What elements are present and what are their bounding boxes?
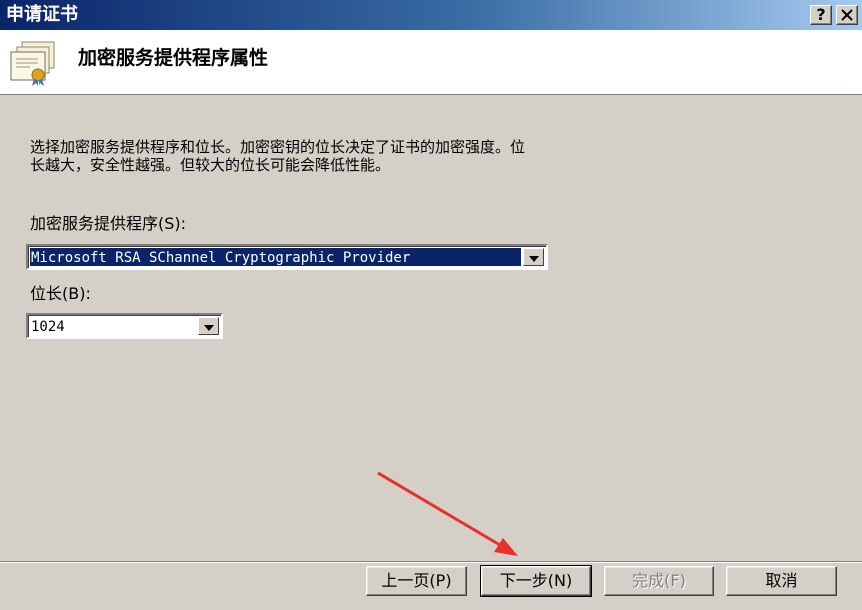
help-button[interactable]: ? [810, 5, 832, 25]
csp-selected-value: Microsoft RSA SChannel Cryptographic Pro… [30, 248, 521, 266]
certificate-icon [10, 41, 55, 86]
footer-separator [0, 561, 862, 563]
bitlength-selected-value: 1024 [31, 319, 65, 335]
chevron-down-icon [529, 256, 539, 262]
csp-label: 加密服务提供程序(S): [30, 214, 187, 233]
close-button[interactable] [836, 5, 858, 25]
back-button[interactable]: 上一页(P) [366, 566, 467, 596]
description-text: 选择加密服务提供程序和位长。加密密钥的位长决定了证书的加密强度。位长越大，安全性… [30, 138, 526, 174]
finish-button[interactable]: 完成(F) [604, 566, 714, 596]
page-title: 加密服务提供程序属性 [78, 47, 269, 69]
cancel-button[interactable]: 取消 [726, 566, 837, 596]
chevron-down-icon [204, 325, 214, 331]
wizard-header: 加密服务提供程序属性 [0, 30, 862, 95]
bitlength-label: 位长(B): [30, 284, 91, 303]
window-title: 申请证书 [6, 4, 78, 25]
bitlength-dropdown[interactable]: 1024 [26, 313, 223, 339]
next-button[interactable]: 下一步(N) [480, 565, 592, 597]
csp-dropdown[interactable]: Microsoft RSA SChannel Cryptographic Pro… [26, 244, 548, 270]
title-bar[interactable]: 申请证书 ? [0, 0, 862, 30]
close-icon [841, 9, 853, 21]
csp-dropdown-button[interactable] [523, 248, 544, 266]
bitlength-dropdown-button[interactable] [198, 317, 219, 335]
